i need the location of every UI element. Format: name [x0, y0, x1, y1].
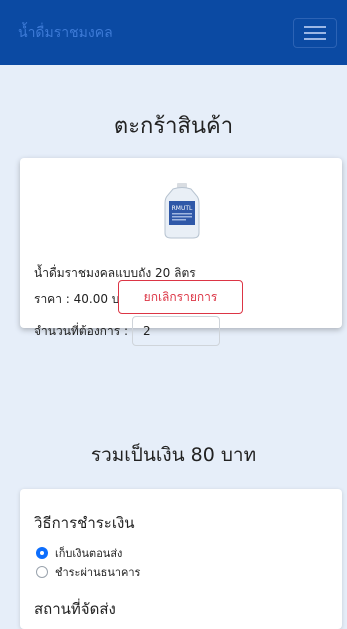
water-bottle-image: RMUTL: [164, 183, 200, 239]
shipping-title: สถานที่จัดส่ง: [34, 600, 116, 618]
page-title: ตะกร้าสินค้า: [113, 114, 234, 139]
payment-option-bank[interactable]: ชำระผ่านธนาคาร: [36, 563, 140, 581]
payment-option-label: เก็บเงินตอนส่ง: [55, 547, 123, 560]
menu-toggle-button[interactable]: [293, 17, 337, 48]
payment-method-title: วิธีการชำระเงิน: [34, 514, 135, 532]
payment-option-label: ชำระผ่านธนาคาร: [55, 566, 141, 579]
radio-selected-icon[interactable]: [36, 547, 48, 559]
brand-link[interactable]: น้ำดื่มราชมงคล: [18, 22, 113, 44]
quantity-row: จำนวนที่ต้องการ : 2: [34, 316, 220, 346]
quantity-label: จำนวนที่ต้องการ :: [34, 323, 128, 338]
navbar: น้ำดื่มราชมงคล: [0, 0, 347, 65]
payment-option-cod[interactable]: เก็บเงินตอนส่ง: [36, 544, 122, 562]
product-logo: RMUTL: [172, 205, 193, 212]
hamburger-icon: [304, 25, 326, 40]
payment-card: วิธีการชำระเงิน เก็บเงินตอนส่ง ชำระผ่านธ…: [20, 489, 342, 629]
cart-total: รวมเป็นเงิน 80 บาท: [90, 444, 257, 466]
quantity-input[interactable]: 2: [132, 316, 220, 346]
cancel-item-button[interactable]: ยกเลิกรายการ: [118, 280, 243, 314]
radio-unselected-icon[interactable]: [36, 566, 48, 578]
